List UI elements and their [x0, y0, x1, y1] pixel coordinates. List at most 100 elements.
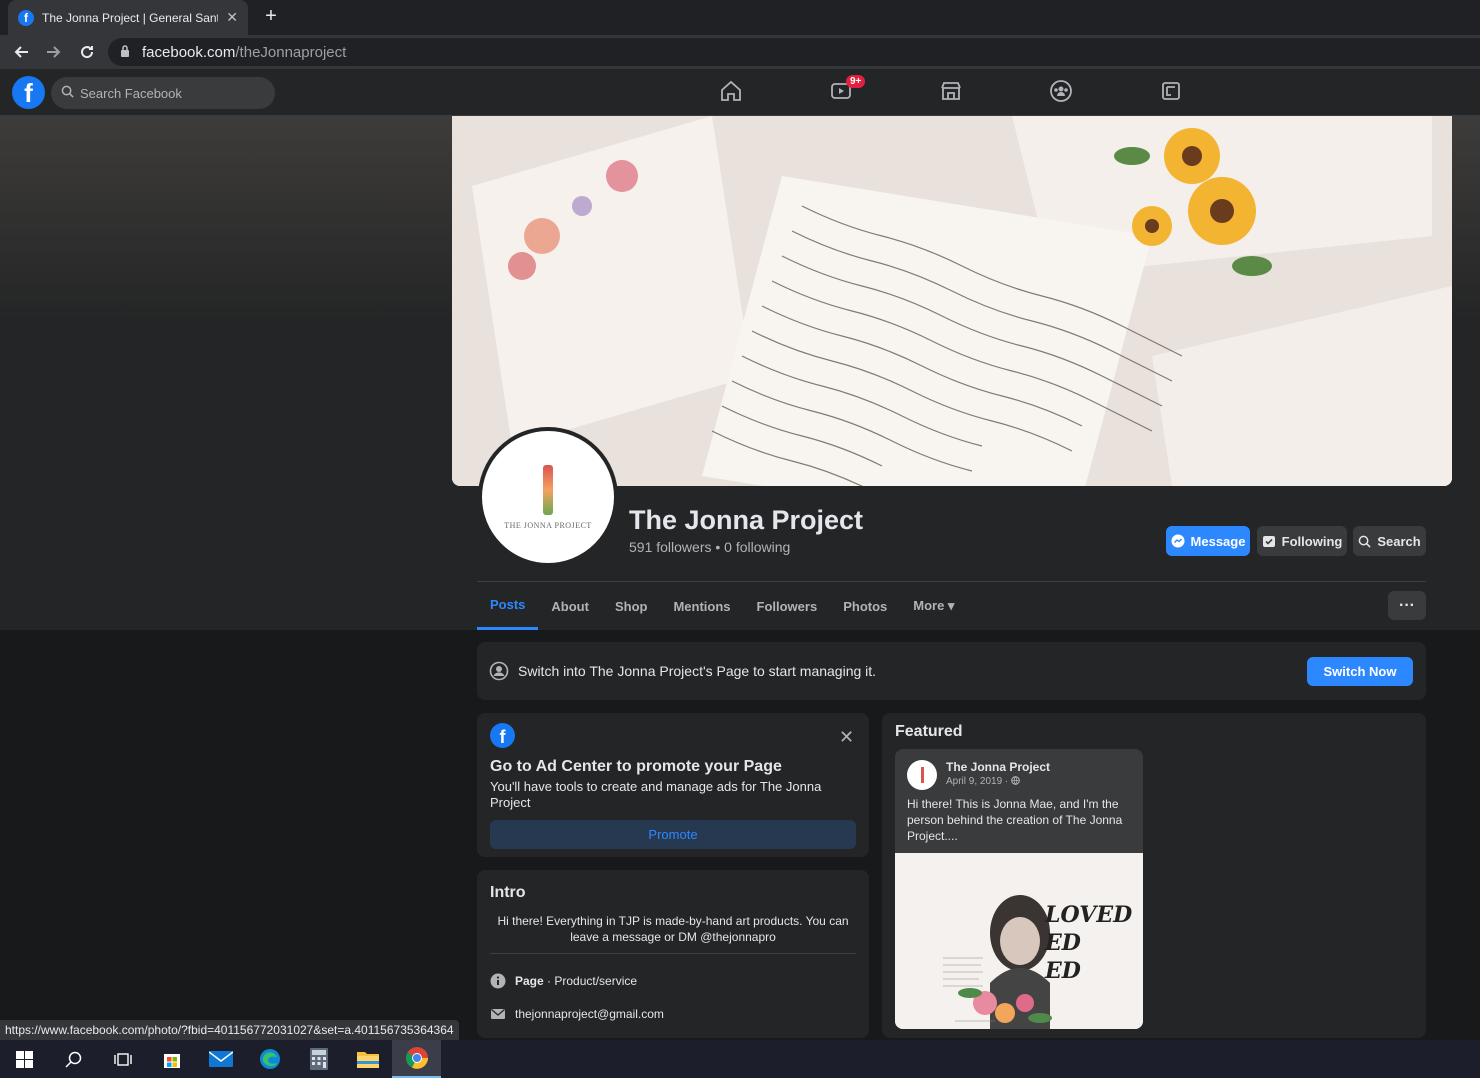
forward-button[interactable] [42, 40, 66, 64]
intro-category-label: Page [515, 974, 544, 988]
chrome-icon [405, 1047, 428, 1069]
home-icon[interactable] [719, 79, 743, 103]
facebook-logo-icon[interactable]: f [12, 76, 45, 109]
intro-bio: Hi there! Everything in TJP is made-by-h… [497, 914, 849, 944]
mail-button[interactable] [196, 1040, 245, 1078]
url-path: /theJonnaproject [235, 43, 347, 61]
chrome-button[interactable] [392, 1040, 441, 1078]
reload-button[interactable] [75, 40, 99, 64]
page-follower-stats[interactable]: 591 followers • 0 following [629, 539, 790, 555]
message-button[interactable]: Message [1166, 526, 1250, 556]
lock-icon[interactable] [120, 44, 130, 60]
featured-heading: Featured [895, 723, 963, 740]
post-image[interactable]: LOVED ED ED [895, 853, 1143, 1029]
tab-more[interactable]: More ▾ [900, 582, 967, 630]
tab-photos[interactable]: Photos [830, 582, 900, 630]
switch-banner-text: Switch into The Jonna Project's Page to … [518, 663, 877, 679]
page-title: The Jonna Project [629, 505, 864, 535]
address-bar[interactable]: facebook.com/theJonnaproject [108, 38, 1480, 66]
mail-icon [208, 1051, 233, 1067]
gaming-icon[interactable] [1159, 79, 1183, 103]
tab-followers[interactable]: Followers [744, 582, 831, 630]
close-icon[interactable]: ✕ [839, 727, 854, 748]
info-icon [490, 973, 506, 989]
tab-posts[interactable]: Posts [477, 582, 539, 630]
windows-taskbar [0, 1040, 1480, 1078]
facebook-logo-icon: f [490, 723, 515, 748]
task-view-icon [113, 1052, 132, 1066]
featured-card: Featured The Jonna Project April 9, 2019… [882, 713, 1426, 1038]
messenger-icon [1171, 534, 1185, 548]
switch-now-button[interactable]: Switch Now [1307, 657, 1413, 686]
new-tab-button[interactable]: + [260, 5, 282, 27]
ad-center-card: f ✕ Go to Ad Center to promote your Page… [477, 713, 869, 857]
intro-divider [490, 953, 856, 954]
profile-tabs: Posts About Shop Mentions Followers Phot… [477, 582, 967, 630]
page-search-button[interactable]: Search [1353, 526, 1426, 556]
intro-category-row: Page · Product/service [490, 973, 637, 989]
tab-title: The Jonna Project | General Santos [42, 10, 219, 25]
calculator-button[interactable] [294, 1040, 343, 1078]
marketplace-icon[interactable] [939, 79, 963, 103]
edge-icon [259, 1049, 280, 1069]
folder-icon [356, 1052, 379, 1068]
intro-heading: Intro [490, 884, 526, 901]
featured-post[interactable]: The Jonna Project April 9, 2019 · Hi the… [895, 749, 1143, 1029]
back-arrow-icon [14, 46, 28, 58]
cover-photo-illustration [452, 116, 1452, 486]
facebook-favicon-icon: f [18, 9, 34, 26]
start-button[interactable] [0, 1040, 49, 1078]
browser-tab[interactable]: f The Jonna Project | General Santos ✕ [8, 0, 248, 35]
message-label: Message [1190, 533, 1246, 549]
ad-card-body: You'll have tools to create and manage a… [490, 779, 822, 810]
store-icon [163, 1054, 180, 1068]
microsoft-store-button[interactable] [147, 1040, 196, 1078]
post-date[interactable]: April 9, 2019 · [946, 776, 1020, 787]
intro-email[interactable]: thejonnaproject@gmail.com [515, 1007, 664, 1021]
search-icon [1358, 535, 1371, 548]
file-explorer-button[interactable] [343, 1040, 392, 1078]
browser-tab-strip: f The Jonna Project | General Santos ✕ + [0, 0, 1480, 35]
search-label: Search [1377, 533, 1421, 549]
link-status-bar: https://www.facebook.com/photo/?fbid=401… [0, 1020, 459, 1040]
email-icon [491, 1009, 505, 1019]
avatar-logo-mark [543, 464, 553, 515]
following-button[interactable]: Following [1257, 526, 1347, 556]
tab-close-icon[interactable]: ✕ [226, 9, 238, 26]
globe-icon [1011, 776, 1020, 785]
more-options-button[interactable]: ··· [1388, 591, 1426, 620]
taskbar-search-button[interactable] [49, 1040, 98, 1078]
intro-card: Intro Hi there! Everything in TJP is mad… [477, 870, 869, 1038]
intro-email-row[interactable]: thejonnaproject@gmail.com [490, 1006, 664, 1022]
post-author-avatar[interactable] [907, 760, 937, 790]
tab-mentions[interactable]: Mentions [660, 582, 743, 630]
url-host: facebook.com [142, 43, 236, 61]
promote-button[interactable]: Promote [490, 820, 856, 849]
tab-shop[interactable]: Shop [602, 582, 661, 630]
facebook-search-input[interactable]: Search Facebook [51, 77, 275, 109]
switch-profile-banner: Switch into The Jonna Project's Page to … [477, 642, 1426, 700]
forward-arrow-icon [47, 46, 61, 58]
post-author-name[interactable]: The Jonna Project [946, 760, 1050, 774]
facebook-header: f Search Facebook 9+ [0, 69, 1480, 116]
following-label: Following [1281, 533, 1343, 549]
switch-profile-icon [489, 661, 509, 681]
page-avatar[interactable]: THE JONNA PROJECT [478, 427, 618, 567]
cover-photo[interactable] [452, 116, 1452, 486]
following-check-icon [1262, 536, 1275, 547]
ad-card-heading: Go to Ad Center to promote your Page [490, 758, 782, 775]
watch-notification-badge: 9+ [846, 75, 866, 88]
search-icon [65, 1051, 82, 1068]
post-image-caption: LOVED ED ED [1045, 902, 1133, 984]
intro-category-value: · Product/service [543, 974, 638, 988]
search-placeholder: Search Facebook [80, 85, 182, 101]
back-button[interactable] [9, 40, 33, 64]
post-text: Hi there! This is Jonna Mae, and I'm the… [907, 797, 1123, 843]
windows-logo-icon [16, 1050, 33, 1068]
tab-about[interactable]: About [538, 582, 602, 630]
search-icon [61, 85, 74, 101]
task-view-button[interactable] [98, 1040, 147, 1078]
edge-button[interactable] [245, 1040, 294, 1078]
calculator-icon [309, 1048, 328, 1070]
groups-icon[interactable] [1049, 79, 1073, 103]
